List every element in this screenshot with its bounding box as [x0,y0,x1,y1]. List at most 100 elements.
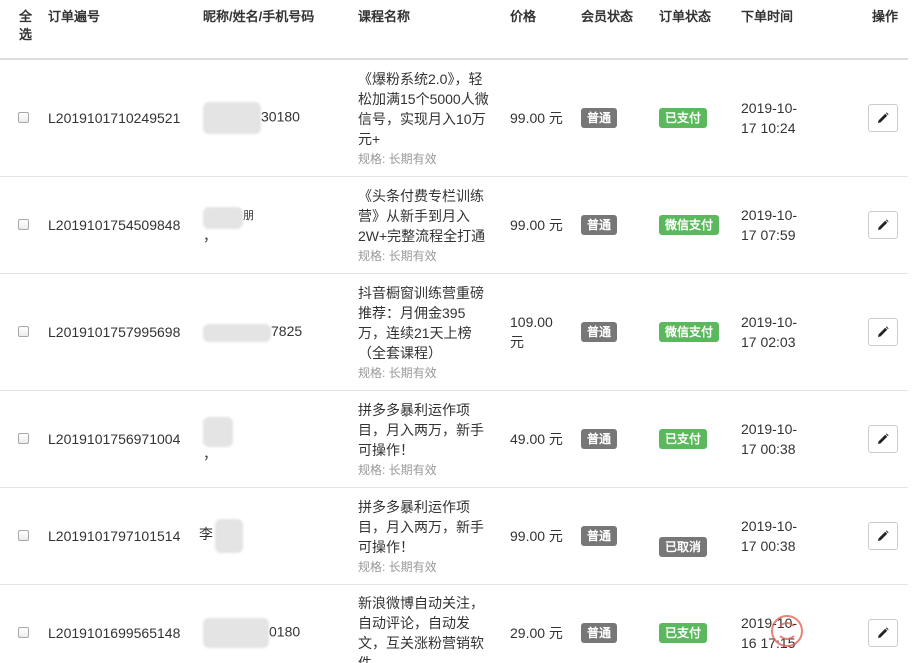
edit-button[interactable] [868,424,898,453]
customer-name: 朋， [195,176,350,274]
row-checkbox[interactable] [18,218,29,230]
course-name-line: 抖音橱窗训练营重磅 [358,284,484,301]
order-number: L2019101756971004 [40,390,195,488]
order-status-cell: 微信支付 [651,176,733,274]
order-no-header: 订单遍号 [40,0,195,60]
customer-name: 7825 [195,273,350,391]
course-name-line: 拼多多暴利运作项 [358,498,470,515]
price: 99.00 元 [502,176,573,274]
name-visible-part: 李 [199,526,213,543]
order-time-line: 2019-10- [741,313,798,330]
course-spec: 规格: 长期有效 [358,365,437,380]
order-time: 2019-10- 17 10:24 [733,59,843,177]
customer-name: 0180 [195,584,350,663]
member-status-cell: 普通 [573,176,651,274]
price-line: 99.00 元 [510,216,563,233]
redacted-name-blur [203,206,243,229]
redacted-name-blur [203,617,269,648]
course-name-line: 目，月入两万，新手 [358,518,484,535]
member-status-badge: 普通 [581,108,618,129]
course-name[interactable]: 抖音橱窗训练营重磅 推荐：月佣金395 万，连续21天上榜 （全套课程） [358,283,496,363]
edit-button[interactable] [868,618,898,647]
redacted-name-blur [203,416,233,447]
member-status-badge: 普通 [581,215,618,235]
course-name-line: 《爆粉系统2.0》，轻 [358,70,483,87]
table-row: L2019101756971004 ， 拼多多暴利运作项 目，月入两万，新手 可操作！ 规… [0,390,908,488]
price-line: 49.00 元 [510,430,563,447]
course-name-line: 推荐：月佣金395 [358,304,466,321]
edit-button[interactable] [868,521,898,550]
name-visible-part: 0180 [269,623,301,640]
price-line: 99.00 元 [510,109,563,126]
row-checkbox-cell [0,487,40,585]
price: 29.00 元 [502,584,573,663]
row-checkbox[interactable] [18,432,29,444]
order-time-line: 2019-10- [741,420,798,437]
course-name-line: 信号，实现月入10万 [358,110,486,127]
price-header: 价格 [502,0,573,60]
member-status-badge: 普通 [581,623,618,643]
course-name[interactable]: 拼多多暴利运作项 目，月入两万，新手 可操作！ [358,497,496,557]
row-checkbox[interactable] [18,529,29,541]
order-status-badge: 已取消 [659,537,708,557]
order-number: L2019101710249521 [40,59,195,177]
order-status-cell: 已支付 [651,584,733,663]
course-cell: 拼多多暴利运作项 目，月入两万，新手 可操作！ 规格: 长期有效 [350,390,502,488]
edit-button[interactable] [868,210,898,239]
watermark-logo-icon [771,615,803,647]
row-checkbox[interactable] [18,626,29,638]
pencil-icon [878,112,889,124]
order-status-header: 订单状态 [651,0,733,60]
member-status-badge: 普通 [581,322,618,342]
course-spec: 规格: 长期有效 [358,151,437,166]
course-name[interactable]: 《爆粉系统2.0》，轻 松加满15个5000人微 信号，实现月入10万 元+ [358,69,496,149]
row-checkbox-cell [0,584,40,663]
course-name[interactable]: 《头条付费专栏训练 营》从新手到月入 2W+完整流程全打通 [358,186,496,246]
order-status-cell: 已支付 [651,59,733,177]
row-checkbox[interactable] [18,111,29,123]
select-all-label[interactable]: 全选 [19,8,33,44]
member-status-cell: 普通 [573,390,651,488]
course-name-line: （全套课程） [358,344,442,361]
order-status-badge: 微信支付 [659,215,720,235]
operation-cell [843,390,908,488]
price-line: 元 [510,333,524,350]
table-row: L2019101797101514 李 拼多多暴利运作项 目，月入两万，新手 可操作！ 规… [0,487,908,585]
order-status-badge: 已支付 [659,108,708,129]
course-spec: 规格: 长期有效 [358,462,437,477]
edit-button[interactable] [868,317,898,346]
price: 49.00 元 [502,390,573,488]
pencil-icon [878,433,889,445]
name-tail: ， [203,445,217,462]
course-name-line: 松加满15个5000人微 [358,90,489,107]
order-time-line: 2019-10- [741,517,798,534]
price-line: 99.00 元 [510,527,563,544]
redacted-name-blur [203,323,271,342]
order-status-cell: 微信支付 [651,273,733,391]
order-number: L2019101699565148 [40,584,195,663]
row-checkbox-cell [0,390,40,488]
pencil-icon [878,530,889,542]
course-name-line: 可操作！ [358,538,414,555]
member-status-header: 会员状态 [573,0,651,60]
edit-button[interactable] [868,103,898,132]
member-status-cell: 普通 [573,273,651,391]
member-status-cell: 普通 [573,487,651,585]
pencil-icon [878,627,889,639]
course-name[interactable]: 拼多多暴利运作项 目，月入两万，新手 可操作！ [358,400,496,460]
member-status-cell: 普通 [573,584,651,663]
row-checkbox[interactable] [18,325,29,337]
course-name-line: 可操作！ [358,441,414,458]
customer-name: 李 [195,487,350,585]
redacted-name-blur [203,101,261,134]
price-line: 29.00 元 [510,624,563,641]
select-all-header[interactable]: 全选 [0,0,40,60]
course-cell: 《头条付费专栏训练 营》从新手到月入 2W+完整流程全打通 规格: 长期有效 [350,176,502,274]
name-visible-part: 朋 [243,210,254,223]
table-row: L2019101710249521 30180 《爆粉系统2.0》，轻 松加满15个5… [0,59,908,177]
course-name[interactable]: 新浪微博自动关注， 自动评论，自动发 文，互关涨粉营销软件 [358,593,496,663]
order-time: 2019-10- 17 00:38 [733,390,843,488]
price: 99.00 元 [502,487,573,585]
order-time-line: 17 00:38 [741,440,796,457]
order-status-badge: 微信支付 [659,322,720,342]
